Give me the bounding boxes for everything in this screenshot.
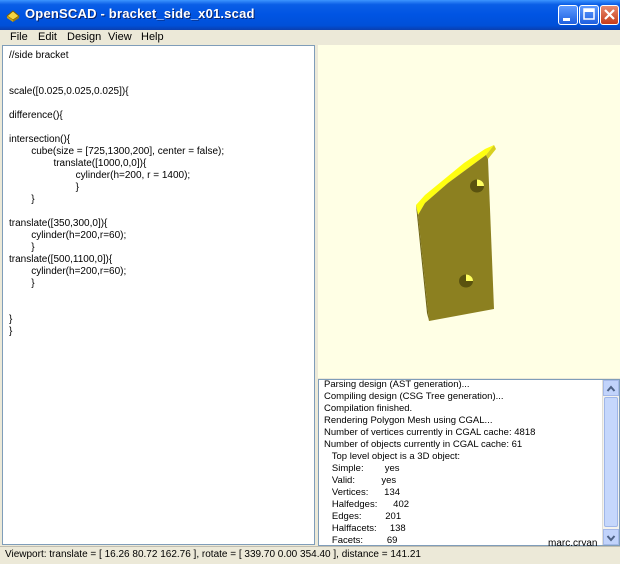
code-line: intersection(){ — [9, 134, 71, 145]
maximize-icon — [583, 8, 595, 20]
code-line: scale([0.025,0.025,0.025]){ — [9, 86, 129, 97]
status-bar: Viewport: translate = [ 16.26 80.72 162.… — [0, 546, 620, 564]
menu-design[interactable]: Design — [67, 30, 101, 45]
console-line: Top level object is a 3D object: — [324, 451, 461, 462]
menu-bar: File Edit Design View Help — [0, 30, 620, 45]
bracket-model-render — [416, 145, 496, 321]
console-line: Compiling design (CSG Tree generation)..… — [324, 391, 504, 402]
menu-view[interactable]: View — [108, 30, 132, 45]
scroll-down-button[interactable] — [603, 529, 619, 545]
close-button[interactable] — [600, 5, 619, 25]
console-line: Edges: 201 — [324, 511, 402, 522]
viewport-status-text: Viewport: translate = [ 16.26 80.72 162.… — [5, 549, 421, 560]
code-line: cylinder(h=200, r = 1400); — [9, 170, 191, 181]
code-line: } — [9, 182, 80, 193]
code-line: translate([350,300,0]){ — [9, 218, 108, 229]
window-title: OpenSCAD - bracket_side_x01.scad — [25, 6, 255, 21]
code-line: } — [9, 314, 13, 325]
menu-help[interactable]: Help — [141, 30, 164, 45]
code-line: difference(){ — [9, 110, 63, 121]
minimize-button[interactable] — [558, 5, 578, 25]
code-editor[interactable]: //side bracket scale([0.025,0.025,0.025]… — [2, 45, 315, 545]
console-line: Number of objects currently in CGAL cach… — [324, 439, 523, 450]
console-line: Number of vertices currently in CGAL cac… — [324, 427, 536, 438]
scroll-up-button[interactable] — [603, 380, 619, 396]
console-line: Halfedges: 402 — [324, 499, 410, 510]
arrow-down-icon — [606, 535, 616, 542]
openscad-app-icon[interactable] — [5, 7, 21, 23]
console-line: Vertices: 134 — [324, 487, 401, 498]
console-line: Halffacets: 138 — [324, 523, 406, 534]
console-line: Valid: yes — [324, 475, 397, 486]
console-line: Compilation finished. — [324, 403, 413, 414]
console-line: Facets: 69 — [324, 535, 398, 546]
console-line: Simple: yes — [324, 463, 400, 474]
code-line: } — [9, 194, 35, 205]
code-line: //side bracket — [9, 50, 69, 61]
code-line: } — [9, 242, 35, 253]
model-face — [418, 155, 494, 321]
menu-file[interactable]: File — [10, 30, 28, 45]
3d-viewport[interactable] — [318, 45, 620, 378]
menu-edit[interactable]: Edit — [38, 30, 57, 45]
close-icon — [604, 9, 615, 20]
code-line: } — [9, 278, 35, 289]
console-output[interactable]: Parsing design (AST generation)... Compi… — [318, 379, 620, 546]
code-line: cylinder(h=200,r=60); — [9, 230, 127, 241]
code-line: cylinder(h=200,r=60); — [9, 266, 127, 277]
code-line: translate([500,1100,0]){ — [9, 254, 113, 265]
console-line: Rendering Polygon Mesh using CGAL... — [324, 415, 493, 426]
scroll-thumb[interactable] — [604, 397, 618, 527]
minimize-icon — [563, 18, 570, 21]
arrow-up-icon — [606, 385, 616, 392]
console-scrollbar[interactable] — [602, 380, 619, 545]
maximize-button[interactable] — [579, 5, 599, 25]
code-line: translate([1000,0,0]){ — [9, 158, 147, 169]
code-line: } — [9, 326, 13, 337]
console-line: Parsing design (AST generation)... — [324, 379, 470, 390]
code-line: cube(size = [725,1300,200], center = fal… — [9, 146, 225, 157]
title-bar[interactable]: OpenSCAD - bracket_side_x01.scad — [0, 0, 620, 30]
